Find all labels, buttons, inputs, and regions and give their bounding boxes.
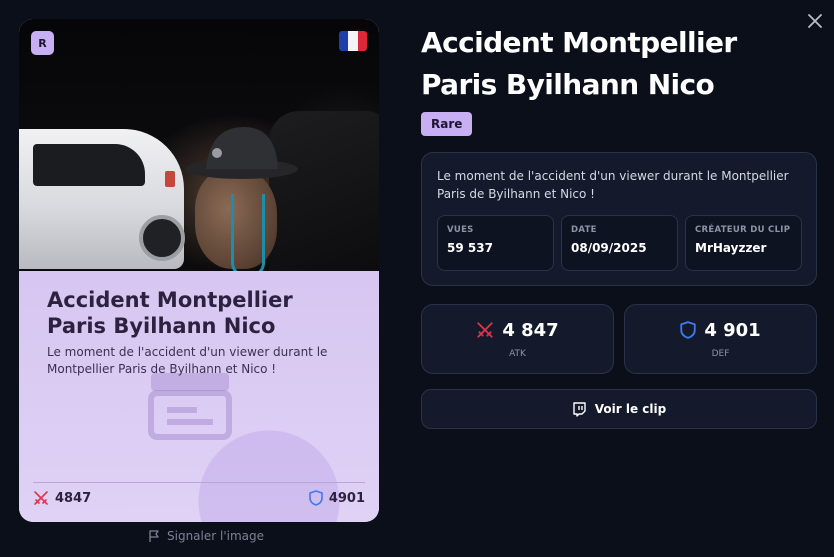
card-def: 4901 xyxy=(309,490,365,506)
view-clip-button[interactable]: Voir le clip xyxy=(421,389,817,429)
rarity-badge: R xyxy=(31,31,54,55)
view-clip-label: Voir le clip xyxy=(594,402,667,416)
def-stat: 4 901 DEF xyxy=(624,304,817,374)
meta-label: VUES xyxy=(447,225,474,235)
flag-icon xyxy=(149,529,159,542)
def-label: DEF xyxy=(711,348,730,359)
card-description: Le moment de l'accident d'un viewer dura… xyxy=(47,345,328,376)
report-label: Signaler l'image xyxy=(167,529,265,543)
meta-value: MrHayzzer xyxy=(695,241,767,255)
card-def-value: 4901 xyxy=(328,490,365,506)
info-panel: Le moment de l'accident d'un viewer dura… xyxy=(421,152,817,286)
close-icon xyxy=(808,14,822,28)
atk-value: 4 847 xyxy=(502,319,559,341)
def-value: 4 901 xyxy=(704,319,761,341)
clip-card: R Accident Montpellier Paris Byilhann Ni… xyxy=(19,19,379,522)
card-divider xyxy=(33,482,365,483)
meta-label: CRÉATEUR DU CLIP xyxy=(695,225,791,235)
france-flag-icon xyxy=(339,31,367,51)
meta-date: DATE 08/09/2025 xyxy=(561,215,678,271)
shield-icon xyxy=(680,321,696,339)
clip-thumbnail xyxy=(19,19,379,277)
clip-title: Accident Montpellier Paris Byilhann Nico xyxy=(421,26,737,101)
swords-icon xyxy=(34,491,48,505)
shield-icon xyxy=(309,490,323,506)
meta-value: 59 537 xyxy=(447,241,493,255)
card-atk: 4847 xyxy=(33,490,91,506)
meta-value: 08/09/2025 xyxy=(571,241,647,255)
card-atk-value: 4847 xyxy=(55,490,92,506)
swords-icon xyxy=(477,322,493,338)
report-image-link[interactable]: Signaler l'image xyxy=(148,529,264,543)
atk-stat: 4 847 ATK xyxy=(421,304,614,374)
close-button[interactable] xyxy=(806,12,824,30)
meta-creator: CRÉATEUR DU CLIP MrHayzzer xyxy=(685,215,802,271)
meta-views: VUES 59 537 xyxy=(437,215,554,271)
atk-label: ATK xyxy=(509,348,526,359)
twitch-icon xyxy=(573,401,586,417)
card-title: Accident Montpellier Paris Byilhann Nico xyxy=(47,288,293,338)
meta-label: DATE xyxy=(571,225,597,235)
rarity-label: Rare xyxy=(421,112,473,136)
clip-description: Le moment de l'accident d'un viewer dura… xyxy=(437,169,789,201)
